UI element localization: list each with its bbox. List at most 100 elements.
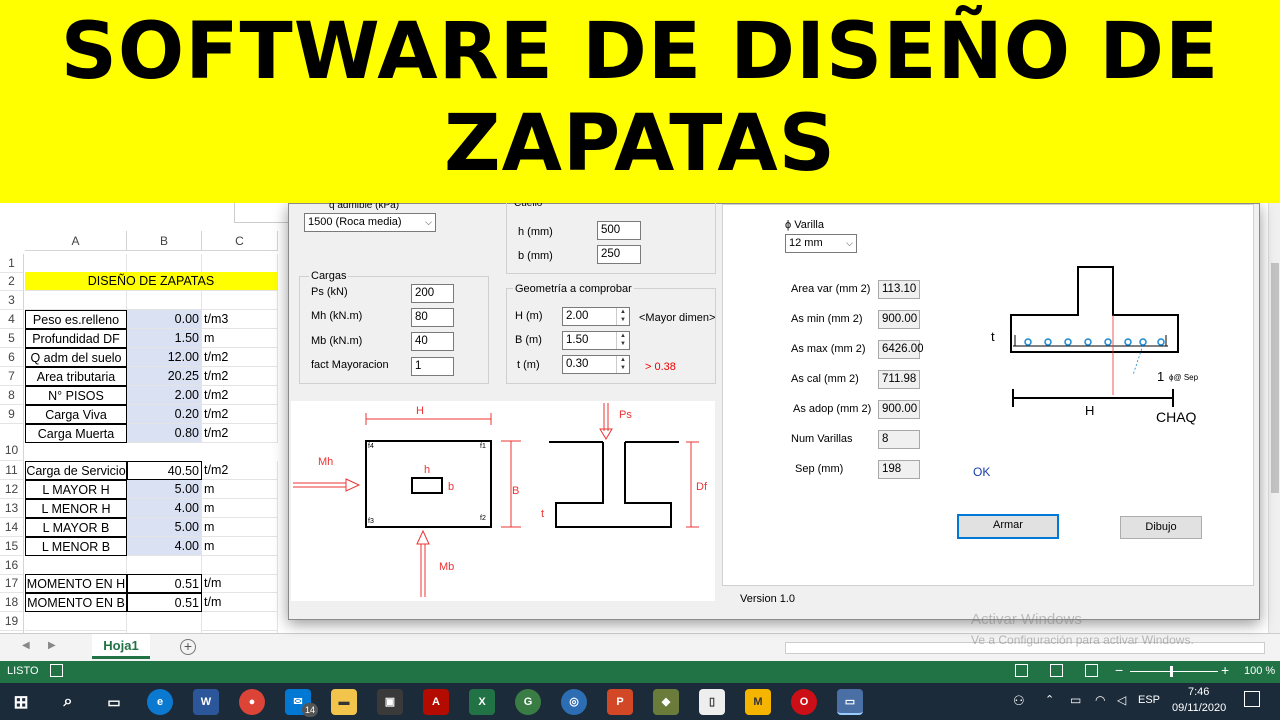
result-value[interactable]: 198: [878, 460, 920, 479]
cell-c[interactable]: m: [202, 537, 278, 556]
vertical-scrollbar[interactable]: [1268, 203, 1280, 660]
cell-a[interactable]: Profundidad DF: [25, 329, 127, 348]
cell-b[interactable]: [127, 612, 202, 631]
cell-b[interactable]: 1.50: [127, 329, 202, 348]
mb-input[interactable]: 40: [411, 332, 454, 351]
cell-a[interactable]: [25, 556, 127, 575]
mh-input[interactable]: 80: [411, 308, 454, 327]
sheet-tab-hoja1[interactable]: Hoja1: [92, 634, 150, 659]
edge-icon[interactable]: e: [147, 689, 173, 715]
col-header-c[interactable]: C: [202, 231, 278, 251]
cell-b[interactable]: 4.00: [127, 499, 202, 518]
row-number[interactable]: 17: [0, 574, 24, 593]
volume-icon[interactable]: ◁: [1117, 693, 1126, 707]
macro-record-icon[interactable]: [50, 664, 63, 677]
cell-a[interactable]: L MENOR B: [25, 537, 127, 556]
cell-b[interactable]: 4.00: [127, 537, 202, 556]
cell-b[interactable]: 0.51: [127, 593, 202, 612]
document-icon[interactable]: ▯: [699, 689, 725, 715]
prev-sheet-icon[interactable]: ◀: [22, 640, 30, 651]
globe-app-icon[interactable]: ◎: [561, 689, 587, 715]
cell-c[interactable]: m: [202, 518, 278, 537]
cell-a[interactable]: [25, 254, 127, 273]
cell-b[interactable]: [127, 291, 202, 310]
soil-select[interactable]: 1500 (Roca media) ⌵: [304, 213, 436, 232]
cell-c[interactable]: t/m2: [202, 461, 278, 480]
cell-b[interactable]: 2.00: [127, 386, 202, 405]
row-number[interactable]: 10: [0, 424, 24, 461]
windows-start-icon[interactable]: ⊞: [8, 689, 34, 715]
battery-icon[interactable]: ▭: [1070, 693, 1081, 707]
result-value[interactable]: 6426.00: [878, 340, 924, 359]
cell-a[interactable]: Peso es.relleno: [25, 310, 127, 329]
row-number[interactable]: 2: [0, 272, 24, 291]
row-number[interactable]: 9: [0, 405, 24, 424]
cell-a[interactable]: Q adm del suelo: [25, 348, 127, 367]
result-value[interactable]: 8: [878, 430, 920, 449]
pdf-icon[interactable]: A: [423, 689, 449, 715]
cell-b[interactable]: 40.50: [127, 461, 202, 480]
cell-c[interactable]: t/m2: [202, 367, 278, 386]
notifications-icon[interactable]: [1244, 691, 1260, 707]
result-value[interactable]: 113.10: [878, 280, 920, 299]
cell-b[interactable]: 5.00: [127, 480, 202, 499]
cell-c[interactable]: [202, 612, 278, 631]
clock-date[interactable]: 09/11/2020: [1172, 702, 1226, 714]
cell-c[interactable]: t/m2: [202, 386, 278, 405]
store-icon[interactable]: ▣: [377, 689, 403, 715]
word-icon[interactable]: W: [193, 689, 219, 715]
cell-a[interactable]: L MENOR H: [25, 499, 127, 518]
col-header-b[interactable]: B: [127, 231, 202, 251]
m-app-icon[interactable]: M: [745, 689, 771, 715]
armar-button[interactable]: Armar: [957, 514, 1059, 539]
zoom-slider[interactable]: [1130, 671, 1218, 672]
page-break-icon[interactable]: [1085, 664, 1098, 677]
cell-c[interactable]: t/m3: [202, 310, 278, 329]
cell-a[interactable]: Carga de Servicio: [25, 461, 127, 480]
spinner-arrows-icon[interactable]: ▲ ▼: [616, 332, 629, 349]
result-value[interactable]: 900.00: [878, 310, 920, 329]
row-number[interactable]: 13: [0, 499, 24, 518]
normal-view-icon[interactable]: [1015, 664, 1028, 677]
row-number[interactable]: 5: [0, 329, 24, 348]
cell-c[interactable]: m: [202, 499, 278, 518]
cell-b[interactable]: 0.80: [127, 424, 202, 443]
cell-a[interactable]: L MAYOR H: [25, 480, 127, 499]
search-icon[interactable]: ⌕: [55, 689, 81, 715]
clock-time[interactable]: 7:46: [1188, 686, 1209, 698]
cell-a[interactable]: Carga Muerta: [25, 424, 127, 443]
chevron-up-icon[interactable]: ⌃: [1045, 693, 1054, 706]
cell-c[interactable]: [202, 254, 278, 273]
row-number[interactable]: 12: [0, 480, 24, 499]
task-view-icon[interactable]: ▭: [101, 689, 127, 715]
cell-b[interactable]: 5.00: [127, 518, 202, 537]
t-spinner[interactable]: 0.30 ▲ ▼: [562, 355, 630, 374]
excel-icon[interactable]: X: [469, 689, 495, 715]
row-number[interactable]: 7: [0, 367, 24, 386]
row-number[interactable]: 1: [0, 254, 24, 273]
cell-b[interactable]: 0.20: [127, 405, 202, 424]
row-number[interactable]: 15: [0, 537, 24, 556]
next-sheet-icon[interactable]: ▶: [48, 640, 56, 651]
row-number[interactable]: 14: [0, 518, 24, 537]
page-layout-icon[interactable]: [1050, 664, 1063, 677]
active-window-icon[interactable]: ▭: [837, 689, 863, 715]
row-number[interactable]: 19: [0, 612, 24, 631]
cell-b[interactable]: [127, 556, 202, 575]
chrome-icon[interactable]: ●: [239, 689, 265, 715]
col-header-a[interactable]: A: [25, 231, 127, 251]
wifi-icon[interactable]: ◠: [1095, 693, 1105, 707]
H-spinner[interactable]: 2.00 ▲ ▼: [562, 307, 630, 326]
row-number[interactable]: 18: [0, 593, 24, 612]
people-icon[interactable]: ⚇: [1013, 693, 1025, 709]
cell-c[interactable]: t/m2: [202, 405, 278, 424]
row-number[interactable]: 8: [0, 386, 24, 405]
cell-a[interactable]: L MAYOR B: [25, 518, 127, 537]
cell-a[interactable]: Area tributaria: [25, 367, 127, 386]
cell-c[interactable]: t/m: [202, 574, 278, 593]
varilla-select[interactable]: 12 mm ⌵: [785, 234, 857, 253]
cell-c[interactable]: m: [202, 329, 278, 348]
B-spinner[interactable]: 1.50 ▲ ▼: [562, 331, 630, 350]
cell-a[interactable]: Carga Viva: [25, 405, 127, 424]
cell-a[interactable]: MOMENTO EN B: [25, 593, 127, 612]
